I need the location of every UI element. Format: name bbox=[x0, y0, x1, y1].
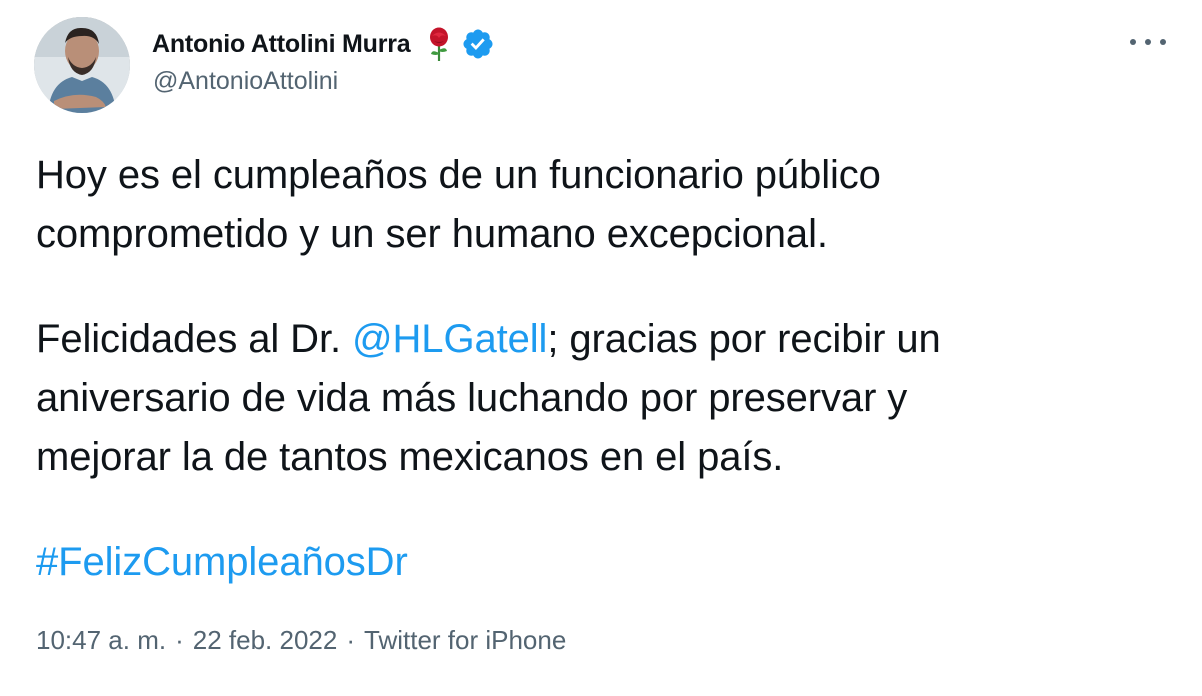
rose-icon bbox=[425, 26, 453, 62]
more-dot-icon bbox=[1160, 39, 1166, 45]
tweet-body: Hoy es el cumpleaños de un funcionario p… bbox=[36, 146, 1156, 592]
author-display-name[interactable]: Antonio Attolini Murra bbox=[152, 30, 411, 59]
tweet-time[interactable]: 10:47 a. m. bbox=[36, 625, 166, 656]
tweet-line: Hoy es el cumpleaños de un funcionario p… bbox=[36, 153, 881, 197]
author-handle[interactable]: @AntonioAttolini bbox=[153, 67, 338, 96]
meta-separator: · bbox=[346, 625, 355, 655]
mention-link[interactable]: @HLGatell bbox=[352, 317, 547, 361]
tweet-card: Antonio Attolini Murra @AntonioAttolini … bbox=[0, 0, 1202, 696]
tweet-text-segment: Felicidades al Dr. bbox=[36, 317, 353, 361]
more-options-button[interactable] bbox=[1130, 30, 1166, 54]
more-dot-icon bbox=[1145, 39, 1151, 45]
hashtag-link[interactable]: #FelizCumpleañosDr bbox=[36, 540, 408, 584]
tweet-line: comprometido y un ser humano excepcional… bbox=[36, 212, 828, 256]
tweet-line: aniversario de vida más luchando por pre… bbox=[36, 376, 908, 420]
more-dot-icon bbox=[1130, 39, 1136, 45]
tweet-metadata: 10:47 a. m. · 22 feb. 2022 · Twitter for… bbox=[36, 625, 566, 656]
meta-separator: · bbox=[175, 625, 184, 655]
verified-badge-icon bbox=[461, 27, 495, 61]
tweet-source[interactable]: Twitter for iPhone bbox=[364, 625, 566, 656]
tweet-text-segment: ; gracias por recibir un bbox=[547, 317, 941, 361]
avatar-photo bbox=[34, 17, 130, 113]
tweet-date[interactable]: 22 feb. 2022 bbox=[193, 625, 338, 656]
author-name-row: Antonio Attolini Murra bbox=[152, 24, 495, 64]
tweet-line: mejorar la de tantos mexicanos en el paí… bbox=[36, 435, 784, 479]
avatar[interactable] bbox=[34, 17, 130, 113]
tweet-line: Felicidades al Dr. @HLGatell; gracias po… bbox=[36, 310, 1156, 369]
